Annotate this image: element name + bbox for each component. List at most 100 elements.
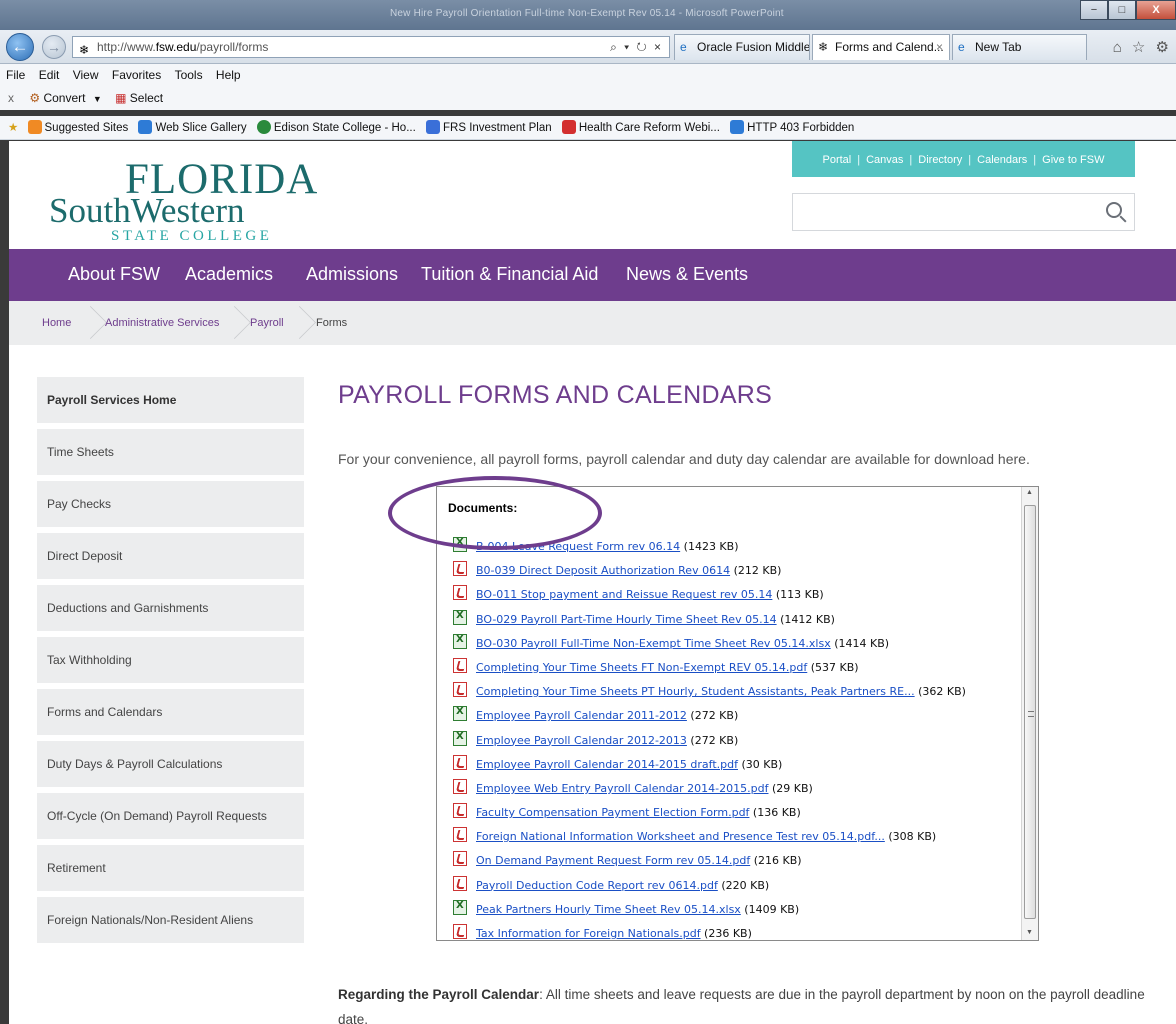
document-size: (29 KB) — [768, 781, 813, 795]
breadcrumb-home[interactable]: Home — [42, 317, 71, 329]
tab-label: Forms and Calend... — [835, 40, 944, 54]
document-link[interactable]: BO-030 Payroll Full-Time Non-Exempt Time… — [476, 637, 831, 650]
utility-link-directory[interactable]: Directory — [918, 154, 962, 166]
utility-link-give[interactable]: Give to FSW — [1042, 154, 1104, 166]
globe-icon — [256, 120, 271, 134]
document-size: (1412 KB) — [776, 612, 835, 626]
minimize-button[interactable]: − — [1080, 0, 1108, 20]
document-link[interactable]: Payroll Deduction Code Report rev 0614.p… — [476, 879, 718, 892]
breadcrumb-administrative-services[interactable]: Administrative Services — [105, 317, 219, 329]
sidebar-item-pay-checks[interactable]: Pay Checks — [37, 481, 304, 527]
favorite-frs-investment[interactable]: FRS Investment Plan — [426, 116, 552, 139]
command-close[interactable]: x — [8, 91, 14, 105]
nav-about-fsw[interactable]: About FSW — [68, 264, 160, 285]
convert-button[interactable]: Convert — [43, 91, 85, 105]
document-link[interactable]: Employee Payroll Calendar 2011-2012 — [476, 709, 687, 722]
favorite-edison-state[interactable]: Edison State College - Ho... — [256, 116, 416, 139]
sidebar-item-deductions-garnishments[interactable]: Deductions and Garnishments — [37, 585, 304, 631]
breadcrumb-chevron-icon — [235, 301, 249, 345]
select-button[interactable]: Select — [130, 91, 163, 105]
chevron-down-icon[interactable]: ▼ — [93, 94, 102, 104]
nav-news-events[interactable]: News & Events — [626, 264, 748, 285]
favorite-http-403[interactable]: HTTP 403 Forbidden — [730, 116, 854, 139]
sidebar-item-payroll-services-home[interactable]: Payroll Services Home — [37, 377, 304, 423]
document-link[interactable]: Peak Partners Hourly Time Sheet Rev 05.1… — [476, 903, 741, 916]
site-search-input[interactable] — [792, 193, 1135, 231]
documents-panel[interactable]: Documents: B-004 Leave Request Form rev … — [436, 486, 1039, 941]
tab-oracle-fusion[interactable]: e Oracle Fusion Middle... — [674, 34, 810, 60]
favorite-label: Web Slice Gallery — [155, 122, 247, 134]
sidebar-item-retirement[interactable]: Retirement — [37, 845, 304, 891]
document-item: Tax Information for Foreign Nationals.pd… — [453, 924, 966, 940]
menu-help[interactable]: Help — [216, 64, 241, 86]
favorite-label: Health Care Reform Webi... — [578, 122, 720, 134]
document-link[interactable]: Employee Payroll Calendar 2014-2015 draf… — [476, 758, 738, 771]
document-link[interactable]: Faculty Compensation Payment Election Fo… — [476, 806, 749, 819]
fsw-logo[interactable]: FLORIDA SouthWestern STATE COLLEGE — [49, 155, 317, 245]
utility-link-calendars[interactable]: Calendars — [977, 154, 1027, 166]
document-item: BO-030 Payroll Full-Time Non-Exempt Time… — [453, 633, 966, 658]
forward-arrow-icon: → — [47, 39, 61, 55]
sidebar-item-duty-days[interactable]: Duty Days & Payroll Calculations — [37, 741, 304, 787]
logo-line-state-college: STATE COLLEGE — [111, 228, 273, 244]
document-size: (1414 KB) — [830, 636, 890, 650]
document-link[interactable]: Completing Your Time Sheets PT Hourly, S… — [476, 685, 915, 698]
nav-tuition-financial-aid[interactable]: Tuition & Financial Aid — [421, 264, 598, 285]
document-link[interactable]: Foreign National Information Worksheet a… — [476, 830, 885, 843]
scrollbar-thumb[interactable] — [1024, 505, 1036, 919]
scroll-up-icon[interactable]: ▲ — [1026, 489, 1033, 496]
favorite-health-care[interactable]: Health Care Reform Webi... — [561, 116, 720, 139]
document-link[interactable]: BO-011 Stop payment and Reissue Request … — [476, 588, 772, 601]
document-size: (537 KB) — [807, 660, 859, 674]
menu-file[interactable]: File — [6, 64, 25, 86]
tab-forms-and-calendars[interactable]: ❄ Forms and Calend... × — [812, 34, 950, 60]
document-link[interactable]: Employee Payroll Calendar 2012-2013 — [476, 734, 687, 747]
maximize-button[interactable]: □ — [1108, 0, 1136, 20]
breadcrumb-payroll[interactable]: Payroll — [250, 317, 284, 329]
toolbar-icons[interactable]: ⌂ ☆ ⚙ — [1113, 38, 1172, 56]
favorites-star-icon[interactable]: ★ — [8, 122, 18, 134]
menu-favorites[interactable]: Favorites — [112, 64, 161, 86]
address-bar[interactable]: ❄ http://www.fsw.edu/payroll/forms ⌕ ▾ ↻… — [72, 36, 670, 58]
menu-edit[interactable]: Edit — [39, 64, 60, 86]
sidebar-item-direct-deposit[interactable]: Direct Deposit — [37, 533, 304, 579]
document-link[interactable]: Tax Information for Foreign Nationals.pd… — [476, 927, 701, 940]
nav-admissions[interactable]: Admissions — [306, 264, 398, 285]
sidebar-item-time-sheets[interactable]: Time Sheets — [37, 429, 304, 475]
document-item: Payroll Deduction Code Report rev 0614.p… — [453, 875, 966, 900]
back-button[interactable]: ← — [6, 33, 34, 61]
sidebar-item-foreign-nationals[interactable]: Foreign Nationals/Non-Resident Aliens — [37, 897, 304, 943]
menu-view[interactable]: View — [73, 64, 99, 86]
search-icon[interactable] — [1106, 202, 1122, 218]
sidebar-item-forms-calendars[interactable]: Forms and Calendars — [37, 689, 304, 735]
pdf-file-icon — [453, 803, 467, 819]
nav-academics[interactable]: Academics — [185, 264, 273, 285]
favorite-suggested-sites[interactable]: Suggested Sites — [27, 116, 128, 139]
menu-tools[interactable]: Tools — [175, 64, 203, 86]
document-link[interactable]: On Demand Payment Request Form rev 05.14… — [476, 854, 750, 867]
documents-list: B-004 Leave Request Form rev 06.14 (1423… — [453, 537, 966, 940]
utility-link-canvas[interactable]: Canvas — [866, 154, 903, 166]
document-link[interactable]: BO-029 Payroll Part-Time Hourly Time She… — [476, 613, 777, 626]
document-link[interactable]: Completing Your Time Sheets FT Non-Exemp… — [476, 661, 807, 674]
document-link[interactable]: Employee Web Entry Payroll Calendar 2014… — [476, 782, 768, 795]
documents-scrollbar[interactable]: ▲ ▼ — [1021, 487, 1038, 940]
tab-new-tab[interactable]: e New Tab — [952, 34, 1087, 60]
forward-button[interactable]: → — [42, 35, 66, 59]
document-link[interactable]: B0-039 Direct Deposit Authorization Rev … — [476, 564, 730, 577]
scroll-down-icon[interactable]: ▼ — [1026, 929, 1033, 936]
sidebar-item-off-cycle[interactable]: Off-Cycle (On Demand) Payroll Requests — [37, 793, 304, 839]
menu-bar: File Edit View Favorites Tools Help — [0, 64, 1176, 86]
utility-link-portal[interactable]: Portal — [823, 154, 852, 166]
address-controls[interactable]: ⌕ ▾ ↻ × — [610, 37, 663, 57]
document-size: (272 KB) — [686, 733, 739, 747]
select-icon: ▦ — [115, 91, 127, 105]
breadcrumb: Home Administrative Services Payroll For… — [9, 301, 1176, 345]
sidebar-item-tax-withholding[interactable]: Tax Withholding — [37, 637, 304, 683]
favorite-label: Edison State College - Ho... — [273, 122, 416, 134]
favorite-web-slice-gallery[interactable]: Web Slice Gallery — [138, 116, 247, 139]
excel-file-icon — [453, 730, 467, 746]
close-window-button[interactable]: X — [1136, 0, 1176, 20]
window-title-bar: New Hire Payroll Orientation Full-time N… — [0, 0, 1176, 30]
close-tab-icon[interactable]: × — [936, 35, 943, 59]
